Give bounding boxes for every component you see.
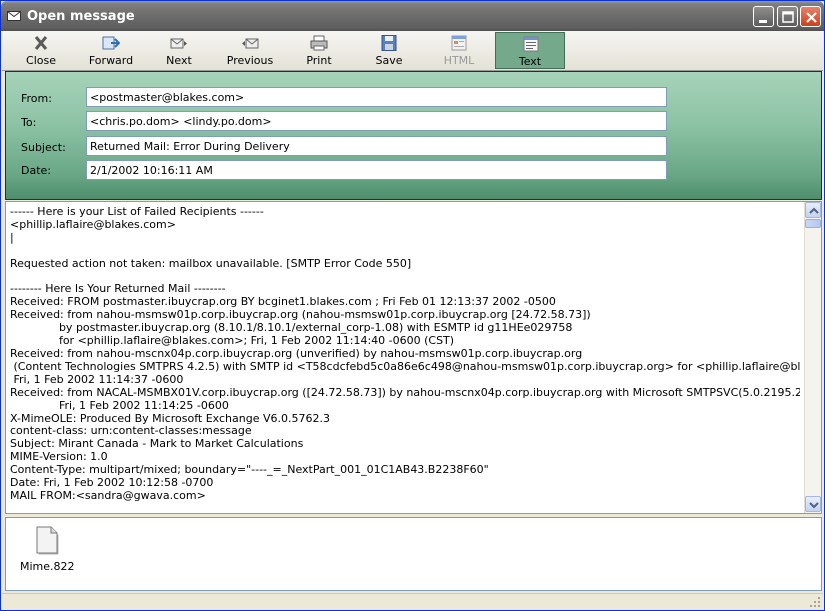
- toolbar: Close Forward Next Previous Print Save H…: [2, 31, 823, 71]
- previous-envelope-icon: [242, 38, 259, 49]
- chevron-up-icon: [809, 207, 819, 214]
- attachment-name: Mime.822: [20, 560, 75, 573]
- html-view-button-label: HTML: [443, 54, 475, 67]
- body-line: Fri, 1 Feb 2002 11:14:25 -0600: [10, 398, 229, 412]
- attachments-pane: Mime.822: [5, 517, 822, 591]
- next-button-label: Next: [166, 54, 192, 67]
- scroll-down-button[interactable]: [805, 496, 821, 512]
- maximize-icon: [782, 11, 794, 23]
- maximize-button[interactable]: [777, 6, 798, 27]
- body-line: ------ Here is your List of Failed Recip…: [10, 206, 264, 218]
- from-label: From:: [21, 92, 52, 105]
- window-title: Open message: [27, 9, 135, 24]
- from-field[interactable]: <postmaster@blakes.com>: [86, 87, 667, 107]
- forward-button-label: Forward: [88, 54, 134, 67]
- date-field[interactable]: 2/1/2002 10:16:11 AM: [86, 160, 667, 180]
- printer-icon: [310, 35, 328, 51]
- body-line: MAIL FROM:<sandra@gwava.com>: [10, 488, 206, 502]
- minimize-button[interactable]: [753, 6, 774, 27]
- subject-label: Subject:: [21, 141, 66, 154]
- html-view-button[interactable]: HTML: [424, 32, 494, 69]
- document-icon: [36, 526, 59, 555]
- print-button[interactable]: Print: [284, 32, 354, 69]
- to-label: To:: [21, 116, 37, 129]
- to-field[interactable]: <chris.po.dom> <lindy.po.dom>: [86, 111, 667, 131]
- scroll-up-button[interactable]: [805, 202, 821, 218]
- body-line: Requested action not taken: mailbox unav…: [10, 256, 412, 270]
- body-line: |: [10, 230, 14, 244]
- subject-field[interactable]: Returned Mail: Error During Delivery: [86, 136, 667, 156]
- close-button[interactable]: Close: [6, 32, 76, 69]
- html-page-icon: [451, 35, 467, 51]
- text-page-icon: [523, 36, 539, 52]
- text-view-button-label: Text: [518, 55, 542, 68]
- scroll-thumb[interactable]: [805, 219, 821, 228]
- close-icon: [806, 12, 817, 23]
- vertical-scrollbar[interactable]: [804, 202, 821, 513]
- status-bar: [2, 593, 823, 610]
- next-button[interactable]: Next: [144, 32, 214, 69]
- body-line: Fri, 1 Feb 2002 11:14:37 -0600: [10, 372, 184, 386]
- date-label: Date:: [21, 164, 51, 177]
- open-message-window: Open message Close Forward Next Previous: [0, 0, 825, 611]
- body-line: <phillip.laflaire@blakes.com>: [10, 217, 176, 231]
- minimize-icon: [759, 20, 767, 23]
- close-x-icon: [34, 36, 48, 50]
- body-line: (Content Technologies SMTPRS 4.2.5) with…: [10, 359, 800, 373]
- resize-grip-icon[interactable]: [809, 596, 821, 608]
- close-button-label: Close: [26, 54, 56, 67]
- message-body-text[interactable]: ------ Here is your List of Failed Recip…: [10, 206, 800, 511]
- title-bar[interactable]: Open message: [1, 1, 824, 31]
- close-window-button[interactable]: [800, 6, 821, 27]
- save-button-label: Save: [375, 54, 403, 67]
- print-button-label: Print: [306, 54, 332, 67]
- previous-button-label: Previous: [226, 54, 274, 67]
- body-line: Received: from NACAL-MSMBX01V.corp.ibuyc…: [10, 385, 800, 399]
- envelope-icon: [7, 11, 21, 21]
- floppy-disk-icon: [381, 35, 397, 51]
- body-line: Date: Fri, 1 Feb 2002 10:12:58 -0700: [10, 476, 214, 490]
- message-body-pane[interactable]: ------ Here is your List of Failed Recip…: [5, 201, 822, 514]
- next-envelope-icon: [170, 38, 187, 49]
- message-header-panel: From: <postmaster@blakes.com> To: <chris…: [5, 71, 822, 200]
- body-line: [10, 245, 800, 258]
- text-view-button[interactable]: Text: [495, 32, 565, 69]
- chevron-down-icon: [809, 502, 819, 509]
- previous-button[interactable]: Previous: [215, 32, 285, 69]
- forward-button[interactable]: Forward: [76, 32, 146, 69]
- body-line: Received: from nahou-mscnx04p.corp.ibuyc…: [10, 346, 583, 360]
- body-line: Subject: Mirant Canada - Mark to Market …: [10, 437, 304, 451]
- save-button[interactable]: Save: [354, 32, 424, 69]
- forward-icon: [102, 36, 120, 50]
